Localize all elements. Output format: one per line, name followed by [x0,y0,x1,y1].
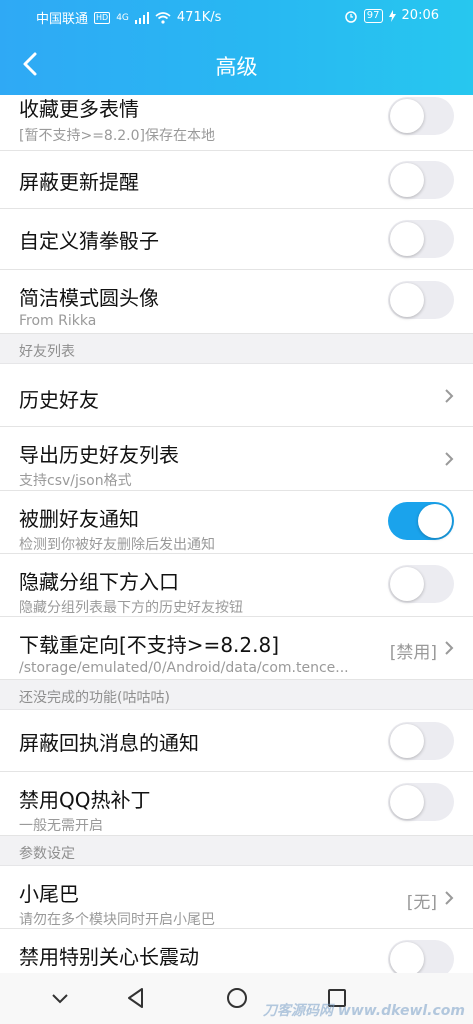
chevron-right-icon [445,891,454,905]
signal-icon [134,11,149,24]
network-type: 4G [116,12,129,23]
row-title: 收藏更多表情 [19,97,139,121]
chevron-right-icon [445,452,454,466]
row-subtitle: From Rikka [19,313,97,329]
row-disable-vibrate[interactable]: 禁用特别关心长震动 [0,929,473,973]
toggle-hide-group-entry[interactable] [388,565,454,603]
section-title: 好友列表 [19,344,75,360]
status-bar: 中国联通 HD 4G 471K/s 97 20:06 [0,0,473,34]
circle-home-icon[interactable] [224,985,250,1011]
toggle-disable-hotpatch[interactable] [388,783,454,821]
row-title: 历史好友 [19,388,99,412]
row-tail[interactable]: 小尾巴 请勿在多个模块同时开启小尾巴 [无] [0,866,473,929]
row-subtitle: /storage/emulated/0/Android/data/com.ten… [19,660,349,676]
toggle-disable-vibrate[interactable] [388,940,454,973]
nav-bar: 高级 [0,34,473,95]
triangle-back-icon[interactable] [123,985,149,1011]
clock: 20:06 [401,8,439,23]
alarm-icon [345,10,357,23]
row-collect-emoji[interactable]: 收藏更多表情 [暂不支持>=8.2.0]保存在本地 [0,95,473,151]
row-title: 隐藏分组下方入口 [19,570,179,594]
row-subtitle: 一般无需开启 [19,818,103,834]
row-disable-hotpatch[interactable]: 禁用QQ热补丁 一般无需开启 [0,772,473,836]
toggle-block-receipt[interactable] [388,722,454,760]
row-simple-avatar[interactable]: 简洁模式圆头像 From Rikka [0,270,473,334]
row-block-receipt[interactable]: 屏蔽回执消息的通知 [0,710,473,772]
row-title: 下载重定向[不支持>=8.2.8] [19,633,280,657]
section-title: 还没完成的功能(咕咕咕) [19,690,170,706]
row-subtitle: 隐藏分组列表最下方的历史好友按钮 [19,600,243,616]
row-title: 屏蔽更新提醒 [19,170,139,194]
page-title: 高级 [215,55,258,79]
row-subtitle: 支持csv/json格式 [19,473,132,489]
row-custom-dice[interactable]: 自定义猜拳骰子 [0,209,473,270]
chevron-right-icon [445,641,454,655]
battery-level: 97 [363,8,383,23]
row-value: [无] [406,893,437,913]
toggle-block-update[interactable] [388,161,454,199]
row-title: 小尾巴 [19,882,79,906]
section-friends: 好友列表 [0,334,473,364]
row-title: 导出历史好友列表 [19,443,179,467]
section-unfinished: 还没完成的功能(咕咕咕) [0,680,473,710]
row-title: 简洁模式圆头像 [19,286,159,310]
row-title: 自定义猜拳骰子 [19,229,159,253]
carrier-label: 中国联通 [36,12,89,27]
row-deleted-notify[interactable]: 被删好友通知 检测到你被好友删除后发出通知 [0,491,473,554]
row-subtitle: [暂不支持>=8.2.0]保存在本地 [19,128,216,144]
toggle-deleted-notify[interactable] [388,502,454,540]
chevron-down-icon[interactable] [47,985,73,1011]
settings-list[interactable]: 收藏更多表情 [暂不支持>=8.2.0]保存在本地 屏蔽更新提醒 自定义猜拳骰子… [0,95,473,973]
hd-badge: HD [94,11,111,24]
row-download-redirect[interactable]: 下载重定向[不支持>=8.2.8] /storage/emulated/0/An… [0,617,473,680]
row-subtitle: 检测到你被好友删除后发出通知 [19,537,215,553]
row-title: 禁用特别关心长震动 [19,945,199,969]
app-header: 中国联通 HD 4G 471K/s 97 20:06 高级 [0,0,473,95]
row-value: [禁用] [389,643,437,663]
section-params: 参数设定 [0,836,473,866]
toggle-custom-dice[interactable] [388,220,454,258]
row-subtitle: 请勿在多个模块同时开启小尾巴 [19,912,215,928]
section-title: 参数设定 [19,846,75,862]
chevron-right-icon [445,389,454,403]
row-history-friends[interactable]: 历史好友 [0,364,473,427]
wifi-icon [155,11,171,24]
watermark: 刀客源码网 www.dkewl.com [263,1003,465,1019]
net-speed: 471K/s [176,10,222,25]
row-title: 禁用QQ热补丁 [19,788,151,812]
toggle-collect-emoji[interactable] [388,97,454,135]
charging-icon [388,9,396,22]
row-hide-group-entry[interactable]: 隐藏分组下方入口 隐藏分组列表最下方的历史好友按钮 [0,554,473,617]
row-title: 被删好友通知 [19,507,139,531]
toggle-simple-avatar[interactable] [388,281,454,319]
row-block-update[interactable]: 屏蔽更新提醒 [0,151,473,209]
row-export-friends[interactable]: 导出历史好友列表 支持csv/json格式 [0,427,473,491]
row-title: 屏蔽回执消息的通知 [19,731,199,755]
